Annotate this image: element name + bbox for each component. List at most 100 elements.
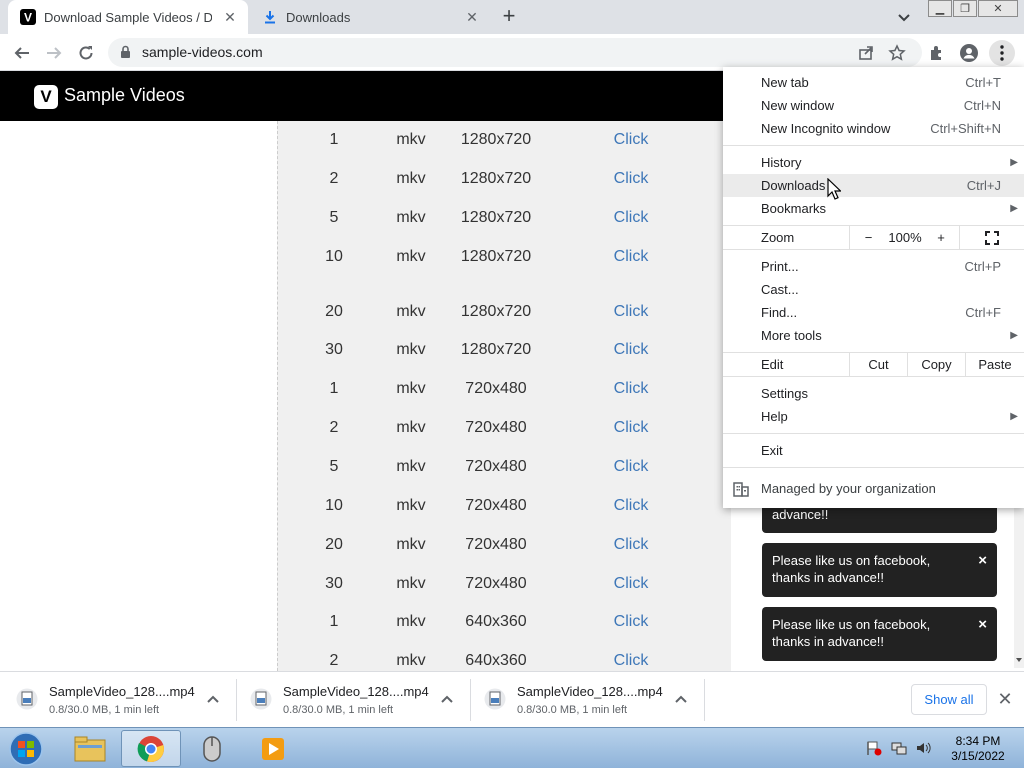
menu-item-find[interactable]: Find... Ctrl+F (723, 301, 1024, 324)
tab-sample-videos[interactable]: V Download Sample Videos / Dum ✕ (8, 0, 248, 34)
format-cell: mkv (396, 458, 426, 475)
menu-item-new-window[interactable]: New window Ctrl+N (723, 94, 1024, 117)
close-notification-icon[interactable]: × (978, 552, 987, 569)
close-window-button[interactable]: ✕ (978, 0, 1018, 17)
download-link[interactable]: Click (601, 128, 661, 152)
menu-item-zoom: Zoom − 100% + (723, 226, 1024, 249)
address-bar[interactable]: sample-videos.com (108, 38, 922, 67)
new-tab-button[interactable]: + (497, 5, 521, 29)
size-cell: 10 (325, 248, 343, 265)
download-item[interactable]: SampleVideo_128....mp4 0.8/30.0 MB, 1 mi… (234, 672, 471, 728)
menu-item-exit[interactable]: Exit (723, 439, 1024, 462)
download-link[interactable]: Click (601, 206, 661, 230)
download-link[interactable]: Click (601, 572, 661, 596)
menu-item-settings[interactable]: Settings (723, 382, 1024, 405)
download-link[interactable]: Click (601, 649, 661, 673)
network-icon[interactable] (891, 740, 907, 756)
download-link[interactable]: Click (601, 455, 661, 479)
forward-button[interactable] (41, 40, 67, 66)
table-row: 1 mkv 720x480 Click (278, 377, 732, 401)
resolution-cell: 720x480 (465, 497, 527, 514)
menu-item-history[interactable]: History ▶ (723, 151, 1024, 174)
site-name[interactable]: Sample Videos (64, 85, 185, 106)
table-row: 2 mkv 640x360 Click (278, 649, 732, 673)
download-status: 0.8/30.0 MB, 1 min left (517, 704, 628, 716)
v-logo-icon: V (20, 9, 36, 25)
minimize-button[interactable]: ▁ (928, 0, 952, 17)
menu-item-label: New tab (761, 75, 809, 90)
zoom-in-button[interactable]: + (923, 226, 959, 249)
menu-item-help[interactable]: Help ▶ (723, 405, 1024, 428)
fullscreen-icon[interactable] (959, 226, 1024, 249)
back-button[interactable] (9, 40, 35, 66)
download-link[interactable]: Click (601, 167, 661, 191)
chevron-up-icon[interactable] (673, 691, 689, 707)
close-tab-icon[interactable]: ✕ (462, 7, 482, 27)
chevron-up-icon[interactable] (205, 691, 221, 707)
volume-icon[interactable] (915, 740, 931, 756)
menu-shortcut: Ctrl+F (965, 305, 1001, 320)
format-cell: mkv (396, 380, 426, 397)
chrome-icon[interactable] (121, 730, 181, 767)
menu-item-new-tab[interactable]: New tab Ctrl+T (723, 71, 1024, 94)
download-link[interactable]: Click (601, 245, 661, 269)
paste-button[interactable]: Paste (965, 353, 1024, 376)
tab-title: Downloads (286, 9, 351, 25)
zoom-out-button[interactable]: − (849, 226, 887, 249)
start-button[interactable] (6, 731, 46, 767)
menu-item-print[interactable]: Print... Ctrl+P (723, 255, 1024, 278)
svg-text:V: V (24, 11, 32, 25)
tab-downloads[interactable]: Downloads ✕ (250, 0, 490, 34)
download-link[interactable]: Click (601, 377, 661, 401)
browser-toolbar: sample-videos.com (0, 34, 1024, 71)
download-item[interactable]: SampleVideo_128....mp4 0.8/30.0 MB, 1 mi… (468, 672, 705, 728)
download-link[interactable]: Click (601, 533, 661, 557)
table-row: 10 mkv 1280x720 Click (278, 245, 732, 269)
table-row: 30 mkv 720x480 Click (278, 572, 732, 596)
page-scrollbar[interactable] (1014, 508, 1024, 668)
download-item[interactable]: SampleVideo_128....mp4 0.8/30.0 MB, 1 mi… (0, 672, 237, 728)
flag-icon[interactable] (866, 740, 882, 756)
menu-item-cast[interactable]: Cast... (723, 278, 1024, 301)
menu-item-new-incognito[interactable]: New Incognito window Ctrl+Shift+N (723, 117, 1024, 140)
system-clock[interactable]: 8:34 PM 3/15/2022 (940, 734, 1016, 764)
download-link[interactable]: Click (601, 610, 661, 634)
close-notification-icon[interactable]: × (978, 616, 987, 633)
reload-button[interactable] (73, 40, 99, 66)
resolution-cell: 640x360 (465, 652, 527, 669)
menu-item-edit: Edit Cut Copy Paste (723, 353, 1024, 376)
chevron-up-icon[interactable] (439, 691, 455, 707)
resolution-cell: 720x480 (465, 419, 527, 436)
close-download-bar-icon[interactable]: ✕ (995, 689, 1015, 709)
download-link[interactable]: Click (601, 300, 661, 324)
show-all-button[interactable]: Show all (911, 684, 987, 715)
menu-item-managed[interactable]: Managed by your organization (723, 477, 1024, 500)
lock-icon[interactable] (120, 45, 131, 64)
close-tab-icon[interactable]: ✕ (220, 7, 240, 27)
copy-button[interactable]: Copy (907, 353, 965, 376)
menu-kebab-icon[interactable] (989, 40, 1015, 66)
menu-item-more-tools[interactable]: More tools ▶ (723, 324, 1024, 347)
site-logo[interactable]: V (34, 85, 58, 109)
tab-search-chevron-icon[interactable] (893, 7, 915, 29)
mouse-icon[interactable] (182, 730, 242, 767)
menu-item-bookmarks[interactable]: Bookmarks ▶ (723, 197, 1024, 220)
menu-item-label: New Incognito window (761, 121, 891, 136)
bookmark-star-icon[interactable] (884, 40, 910, 66)
download-shelf: SampleVideo_128....mp4 0.8/30.0 MB, 1 mi… (0, 671, 1024, 727)
download-filename: SampleVideo_128....mp4 (49, 684, 195, 699)
cut-button[interactable]: Cut (849, 353, 907, 376)
menu-item-downloads[interactable]: Downloads Ctrl+J (723, 174, 1024, 197)
extensions-puzzle-icon[interactable] (924, 40, 950, 66)
restore-button[interactable]: ❐ (953, 0, 977, 17)
file-explorer-icon[interactable] (60, 730, 120, 767)
share-icon[interactable] (853, 40, 879, 66)
download-link[interactable]: Click (601, 338, 661, 362)
profile-avatar-icon[interactable] (956, 40, 982, 66)
media-player-icon[interactable] (243, 730, 303, 767)
menu-separator (723, 145, 1024, 146)
download-link[interactable]: Click (601, 494, 661, 518)
url-text[interactable]: sample-videos.com (142, 44, 263, 60)
size-cell: 20 (325, 303, 343, 320)
download-link[interactable]: Click (601, 416, 661, 440)
